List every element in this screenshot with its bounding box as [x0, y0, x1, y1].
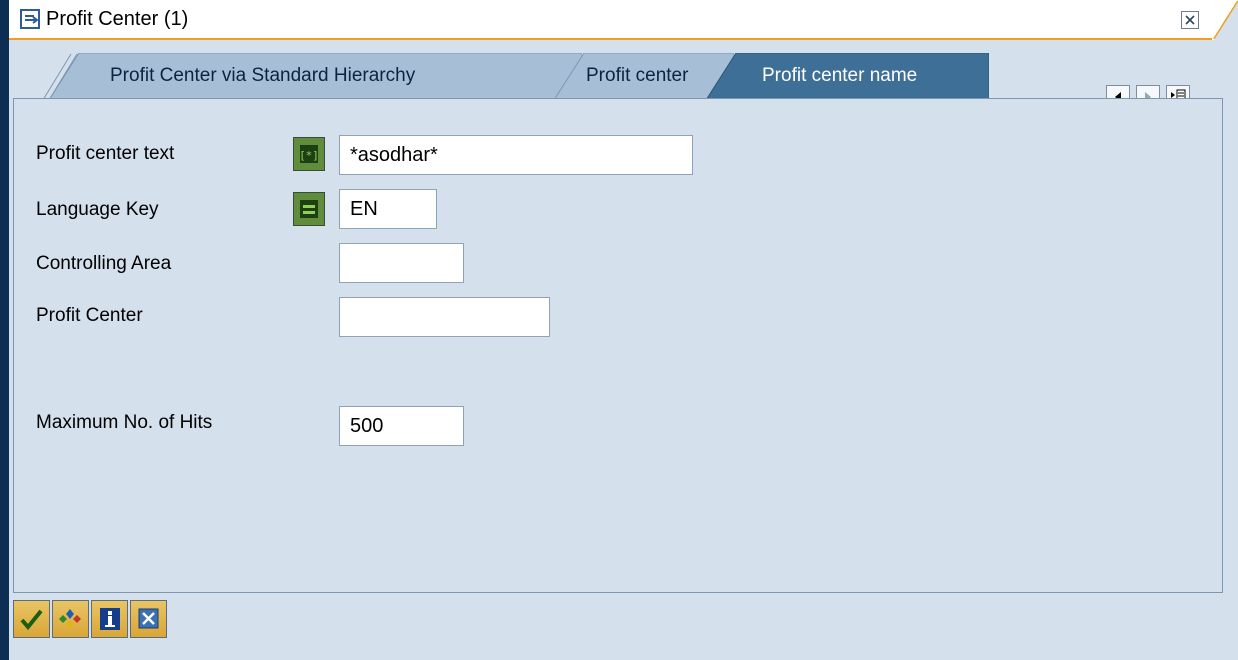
profit-center-label: Profit Center	[36, 305, 143, 326]
title-bar: Profit Center (1)	[9, 0, 1212, 40]
cancel-icon[interactable]	[130, 600, 167, 638]
tab-label: Profit center name	[762, 65, 918, 86]
window-icon	[20, 9, 42, 31]
tab-profit-center-name[interactable]: Profit center name	[706, 53, 989, 100]
multi-select-icon[interactable]	[52, 600, 89, 638]
max-hits-label: Maximum No. of Hits	[36, 412, 213, 433]
info-icon[interactable]	[91, 600, 128, 638]
profit-center-input[interactable]	[339, 297, 550, 337]
check-icon[interactable]	[13, 600, 50, 638]
svg-text:[*]: [*]	[299, 149, 319, 162]
close-icon[interactable]	[1181, 11, 1199, 29]
equals-option-icon[interactable]	[293, 192, 325, 226]
tab-label: Profit center	[586, 65, 689, 86]
profit-center-text-input[interactable]: *asodhar*	[339, 135, 693, 175]
language-key-label: Language Key	[36, 199, 159, 220]
language-key-input[interactable]: EN	[339, 189, 437, 229]
window-left-edge	[0, 0, 9, 660]
tab-label: Profit Center via Standard Hierarchy	[110, 65, 416, 86]
dialog-window: Profit Center (1) Profit Center via Stan…	[0, 0, 1238, 660]
tab-strip: Profit Center via Standard Hierarchy Pro…	[9, 40, 1238, 100]
search-criteria-panel: Profit center text [*] *asodhar* Languag…	[13, 98, 1223, 593]
window-title: Profit Center (1)	[46, 8, 189, 30]
max-hits-input[interactable]: 500	[339, 406, 464, 446]
controlling-area-label: Controlling Area	[36, 253, 172, 274]
pattern-option-icon[interactable]: [*]	[293, 137, 325, 171]
title-corner-decoration	[1212, 0, 1238, 40]
bottom-toolbar	[9, 596, 1238, 660]
profit-center-text-label: Profit center text	[36, 143, 175, 164]
tab-standard-hierarchy[interactable]: Profit Center via Standard Hierarchy	[49, 53, 582, 100]
controlling-area-input[interactable]	[339, 243, 464, 283]
